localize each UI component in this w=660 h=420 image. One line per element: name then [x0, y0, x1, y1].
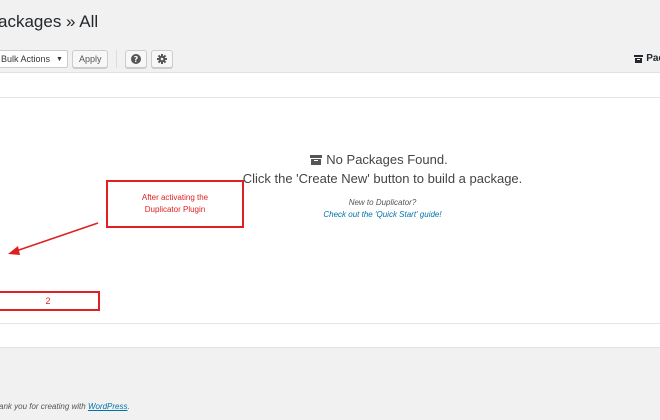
no-packages-text: No Packages Found.	[326, 152, 448, 167]
help-button[interactable]: ?	[125, 50, 148, 68]
annotation-callout: After activating the Duplicator Plugin	[106, 180, 244, 228]
annotation-number-box: 2	[0, 291, 100, 311]
no-packages-title: No Packages Found.	[0, 152, 660, 167]
chevron-down-icon: ▼	[56, 55, 63, 63]
create-new-message: Click the 'Create New' button to build a…	[242, 171, 523, 186]
archive-box-icon	[634, 54, 644, 63]
annotation-callout-line2: Duplicator Plugin	[144, 205, 206, 214]
table-footer-divider	[0, 323, 660, 324]
packages-tab-link[interactable]: Pac	[634, 53, 660, 64]
toolbar: Bulk Actions ▼ Apply ?	[0, 49, 174, 69]
packages-tab-label: Pac	[646, 53, 660, 64]
table-header-divider	[0, 97, 660, 98]
question-icon: ?	[131, 54, 142, 64]
gear-icon	[157, 54, 168, 64]
settings-button[interactable]	[151, 50, 174, 68]
quick-start-guide-link[interactable]: Check out the 'Quick Start' guide!	[0, 210, 660, 219]
wordpress-link[interactable]: WordPress	[88, 402, 128, 411]
svg-text:?: ?	[134, 55, 139, 64]
annotation-number: 2	[45, 296, 51, 306]
archive-box-icon	[310, 154, 323, 165]
toolbar-divider	[116, 50, 118, 68]
bulk-actions-label: Bulk Actions	[1, 54, 51, 64]
footer-credit: ank you for creating with WordPress.	[0, 402, 130, 411]
footer-prefix: ank you for creating with	[0, 402, 88, 411]
apply-button[interactable]: Apply	[71, 50, 109, 68]
annotation-callout-line1: After activating the	[141, 193, 209, 202]
page-title: ackages » All	[0, 12, 99, 31]
new-to-duplicator-text: New to Duplicator?	[348, 198, 417, 207]
bulk-actions-select[interactable]: Bulk Actions ▼	[0, 50, 68, 68]
footer-suffix: .	[127, 402, 130, 411]
